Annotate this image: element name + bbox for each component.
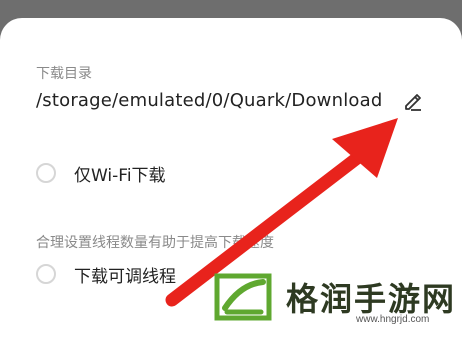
wifi-only-radio[interactable] [36, 163, 56, 183]
wifi-only-label: 仅Wi-Fi下载 [74, 166, 166, 186]
download-path-text: /storage/emulated/0/Quark/Download [36, 90, 383, 111]
adjustable-threads-label: 下载可调线程 [74, 267, 176, 287]
adjustable-threads-radio[interactable] [36, 264, 56, 284]
wifi-only-option[interactable]: 仅Wi-Fi下载 [36, 161, 236, 187]
adjustable-threads-option[interactable]: 下载可调线程 [36, 262, 236, 288]
pencil-icon[interactable] [402, 90, 422, 112]
watermark-url: www.hngrjd.com [356, 314, 430, 325]
thread-hint-text: 合理设置线程数量有助于提高下载速度 [36, 235, 274, 251]
download-directory-label: 下载目录 [36, 66, 92, 82]
download-path-row[interactable]: /storage/emulated/0/Quark/Download [36, 90, 436, 116]
watermark-logo-icon [214, 273, 272, 321]
